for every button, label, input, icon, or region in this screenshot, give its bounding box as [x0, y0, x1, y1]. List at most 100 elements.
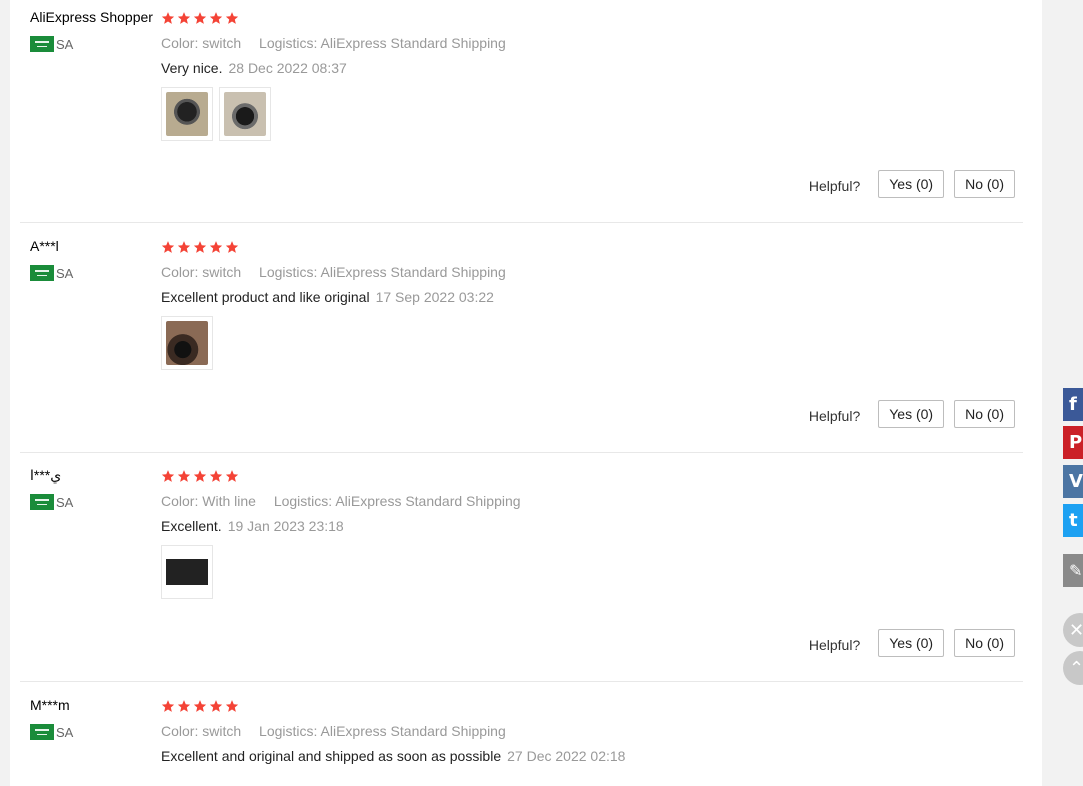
attribute-label: Color: — [161, 35, 199, 51]
edit-button[interactable]: ✎ — [1063, 554, 1083, 587]
reviewer-name: M***m — [30, 697, 70, 713]
pencil-icon: ✎ — [1069, 561, 1083, 580]
star-icon — [193, 12, 207, 24]
reviews-panel: AliExpress Shopper SA Color: switch Logi… — [10, 0, 1042, 786]
review-photo[interactable] — [161, 87, 213, 141]
attribute-value: AliExpress Standard Shipping — [320, 723, 506, 739]
attribute-label: Color: — [161, 493, 199, 509]
attribute-value: AliExpress Standard Shipping — [320, 264, 506, 280]
star-icon — [177, 700, 191, 712]
star-icon — [177, 470, 191, 482]
star-icon — [161, 12, 175, 24]
country-code: SA — [56, 36, 74, 52]
star-icon — [193, 700, 207, 712]
review-attributes: Color: switch Logistics: AliExpress Stan… — [161, 264, 520, 280]
review-body: Excellent product and like original 17 Se… — [161, 289, 494, 305]
helpful-vote: Helpful? Yes (0) No (0) — [809, 629, 1015, 657]
reviewer-country: SA — [30, 35, 73, 53]
star-rating — [161, 11, 239, 25]
helpful-label: Helpful? — [808, 637, 861, 653]
review-photo[interactable] — [161, 316, 213, 370]
facebook-icon: f — [1069, 394, 1077, 415]
review-photos — [161, 316, 213, 370]
attribute-label: Color: — [161, 264, 199, 280]
review-date: 28 Dec 2022 08:37 — [228, 60, 347, 76]
star-icon — [225, 241, 239, 253]
reviewer-country: SA — [30, 264, 73, 282]
pinterest-share-button[interactable]: P — [1063, 426, 1083, 459]
attribute-label: Color: — [161, 723, 199, 739]
star-icon — [209, 241, 223, 253]
saudi-flag-icon — [30, 36, 54, 52]
star-icon — [209, 470, 223, 482]
attribute-value: AliExpress Standard Shipping — [320, 35, 506, 51]
star-rating — [161, 240, 239, 254]
country-code: SA — [56, 494, 74, 510]
attribute-label: Logistics: — [259, 35, 318, 51]
star-icon — [161, 241, 175, 253]
review-body: Very nice. 28 Dec 2022 08:37 — [161, 60, 347, 76]
reviewer-name: A***l — [30, 238, 59, 254]
review-photos — [161, 545, 213, 599]
review-photo[interactable] — [219, 87, 271, 141]
helpful-vote: Helpful? Yes (0) No (0) — [809, 400, 1015, 428]
review-body: Excellent. 19 Jan 2023 23:18 — [161, 518, 344, 534]
attribute-label: Logistics: — [259, 264, 318, 280]
attribute-value: switch — [202, 35, 242, 51]
review-text: Excellent and original and shipped as so… — [161, 748, 502, 764]
pinterest-icon: P — [1069, 432, 1083, 453]
helpful-yes-button[interactable]: Yes (0) — [878, 170, 945, 198]
reviewer-country: SA — [30, 493, 73, 511]
helpful-no-button[interactable]: No (0) — [954, 400, 1015, 428]
facebook-share-button[interactable]: f — [1063, 388, 1083, 421]
attribute-label: Logistics: — [273, 493, 333, 509]
vk-share-button[interactable]: V — [1063, 465, 1083, 498]
close-button[interactable]: ✕ — [1063, 613, 1083, 647]
review-photo[interactable] — [161, 545, 213, 599]
review-photos — [161, 87, 271, 141]
star-icon — [193, 241, 207, 253]
helpful-vote: Helpful? Yes (0) No (0) — [809, 170, 1015, 198]
helpful-label: Helpful? — [808, 178, 861, 194]
attribute-value: switch — [202, 264, 242, 280]
helpful-no-button[interactable]: No (0) — [954, 629, 1015, 657]
country-code: SA — [56, 724, 74, 740]
review-date: 19 Jan 2023 23:18 — [227, 518, 344, 534]
attribute-value: switch — [202, 723, 242, 739]
review-attributes: Color: switch Logistics: AliExpress Stan… — [161, 35, 520, 51]
review-attributes: Color: With line Logistics: AliExpress S… — [161, 493, 535, 509]
star-icon — [161, 470, 175, 482]
attribute-value: AliExpress Standard Shipping — [335, 493, 521, 509]
country-code: SA — [56, 265, 74, 281]
back-to-top-button[interactable]: ⌃ — [1063, 651, 1083, 685]
star-icon — [209, 700, 223, 712]
attribute-label: Logistics: — [259, 723, 318, 739]
reviewer-country: SA — [30, 723, 73, 741]
review-body: Excellent and original and shipped as so… — [161, 748, 625, 764]
review-divider — [20, 452, 1023, 453]
helpful-label: Helpful? — [808, 408, 861, 424]
saudi-flag-icon — [30, 494, 54, 510]
review-text: Excellent. — [161, 518, 222, 534]
reviewer-name: ي***ا — [30, 467, 62, 483]
star-icon — [193, 470, 207, 482]
review-text: Excellent product and like original — [161, 289, 370, 305]
helpful-yes-button[interactable]: Yes (0) — [878, 629, 945, 657]
attribute-value: With line — [202, 493, 256, 509]
twitter-share-button[interactable]: t — [1063, 504, 1083, 537]
review-date: 17 Sep 2022 03:22 — [375, 289, 494, 305]
review-divider — [20, 681, 1023, 682]
saudi-flag-icon — [30, 724, 54, 740]
star-icon — [177, 241, 191, 253]
star-rating — [161, 469, 239, 483]
star-icon — [209, 12, 223, 24]
review-divider — [20, 222, 1023, 223]
saudi-flag-icon — [30, 265, 54, 281]
star-icon — [225, 700, 239, 712]
review-attributes: Color: switch Logistics: AliExpress Stan… — [161, 723, 520, 739]
review-date: 27 Dec 2022 02:18 — [507, 748, 626, 764]
star-icon — [161, 700, 175, 712]
review-text: Very nice. — [161, 60, 223, 76]
helpful-no-button[interactable]: No (0) — [954, 170, 1015, 198]
helpful-yes-button[interactable]: Yes (0) — [878, 400, 945, 428]
